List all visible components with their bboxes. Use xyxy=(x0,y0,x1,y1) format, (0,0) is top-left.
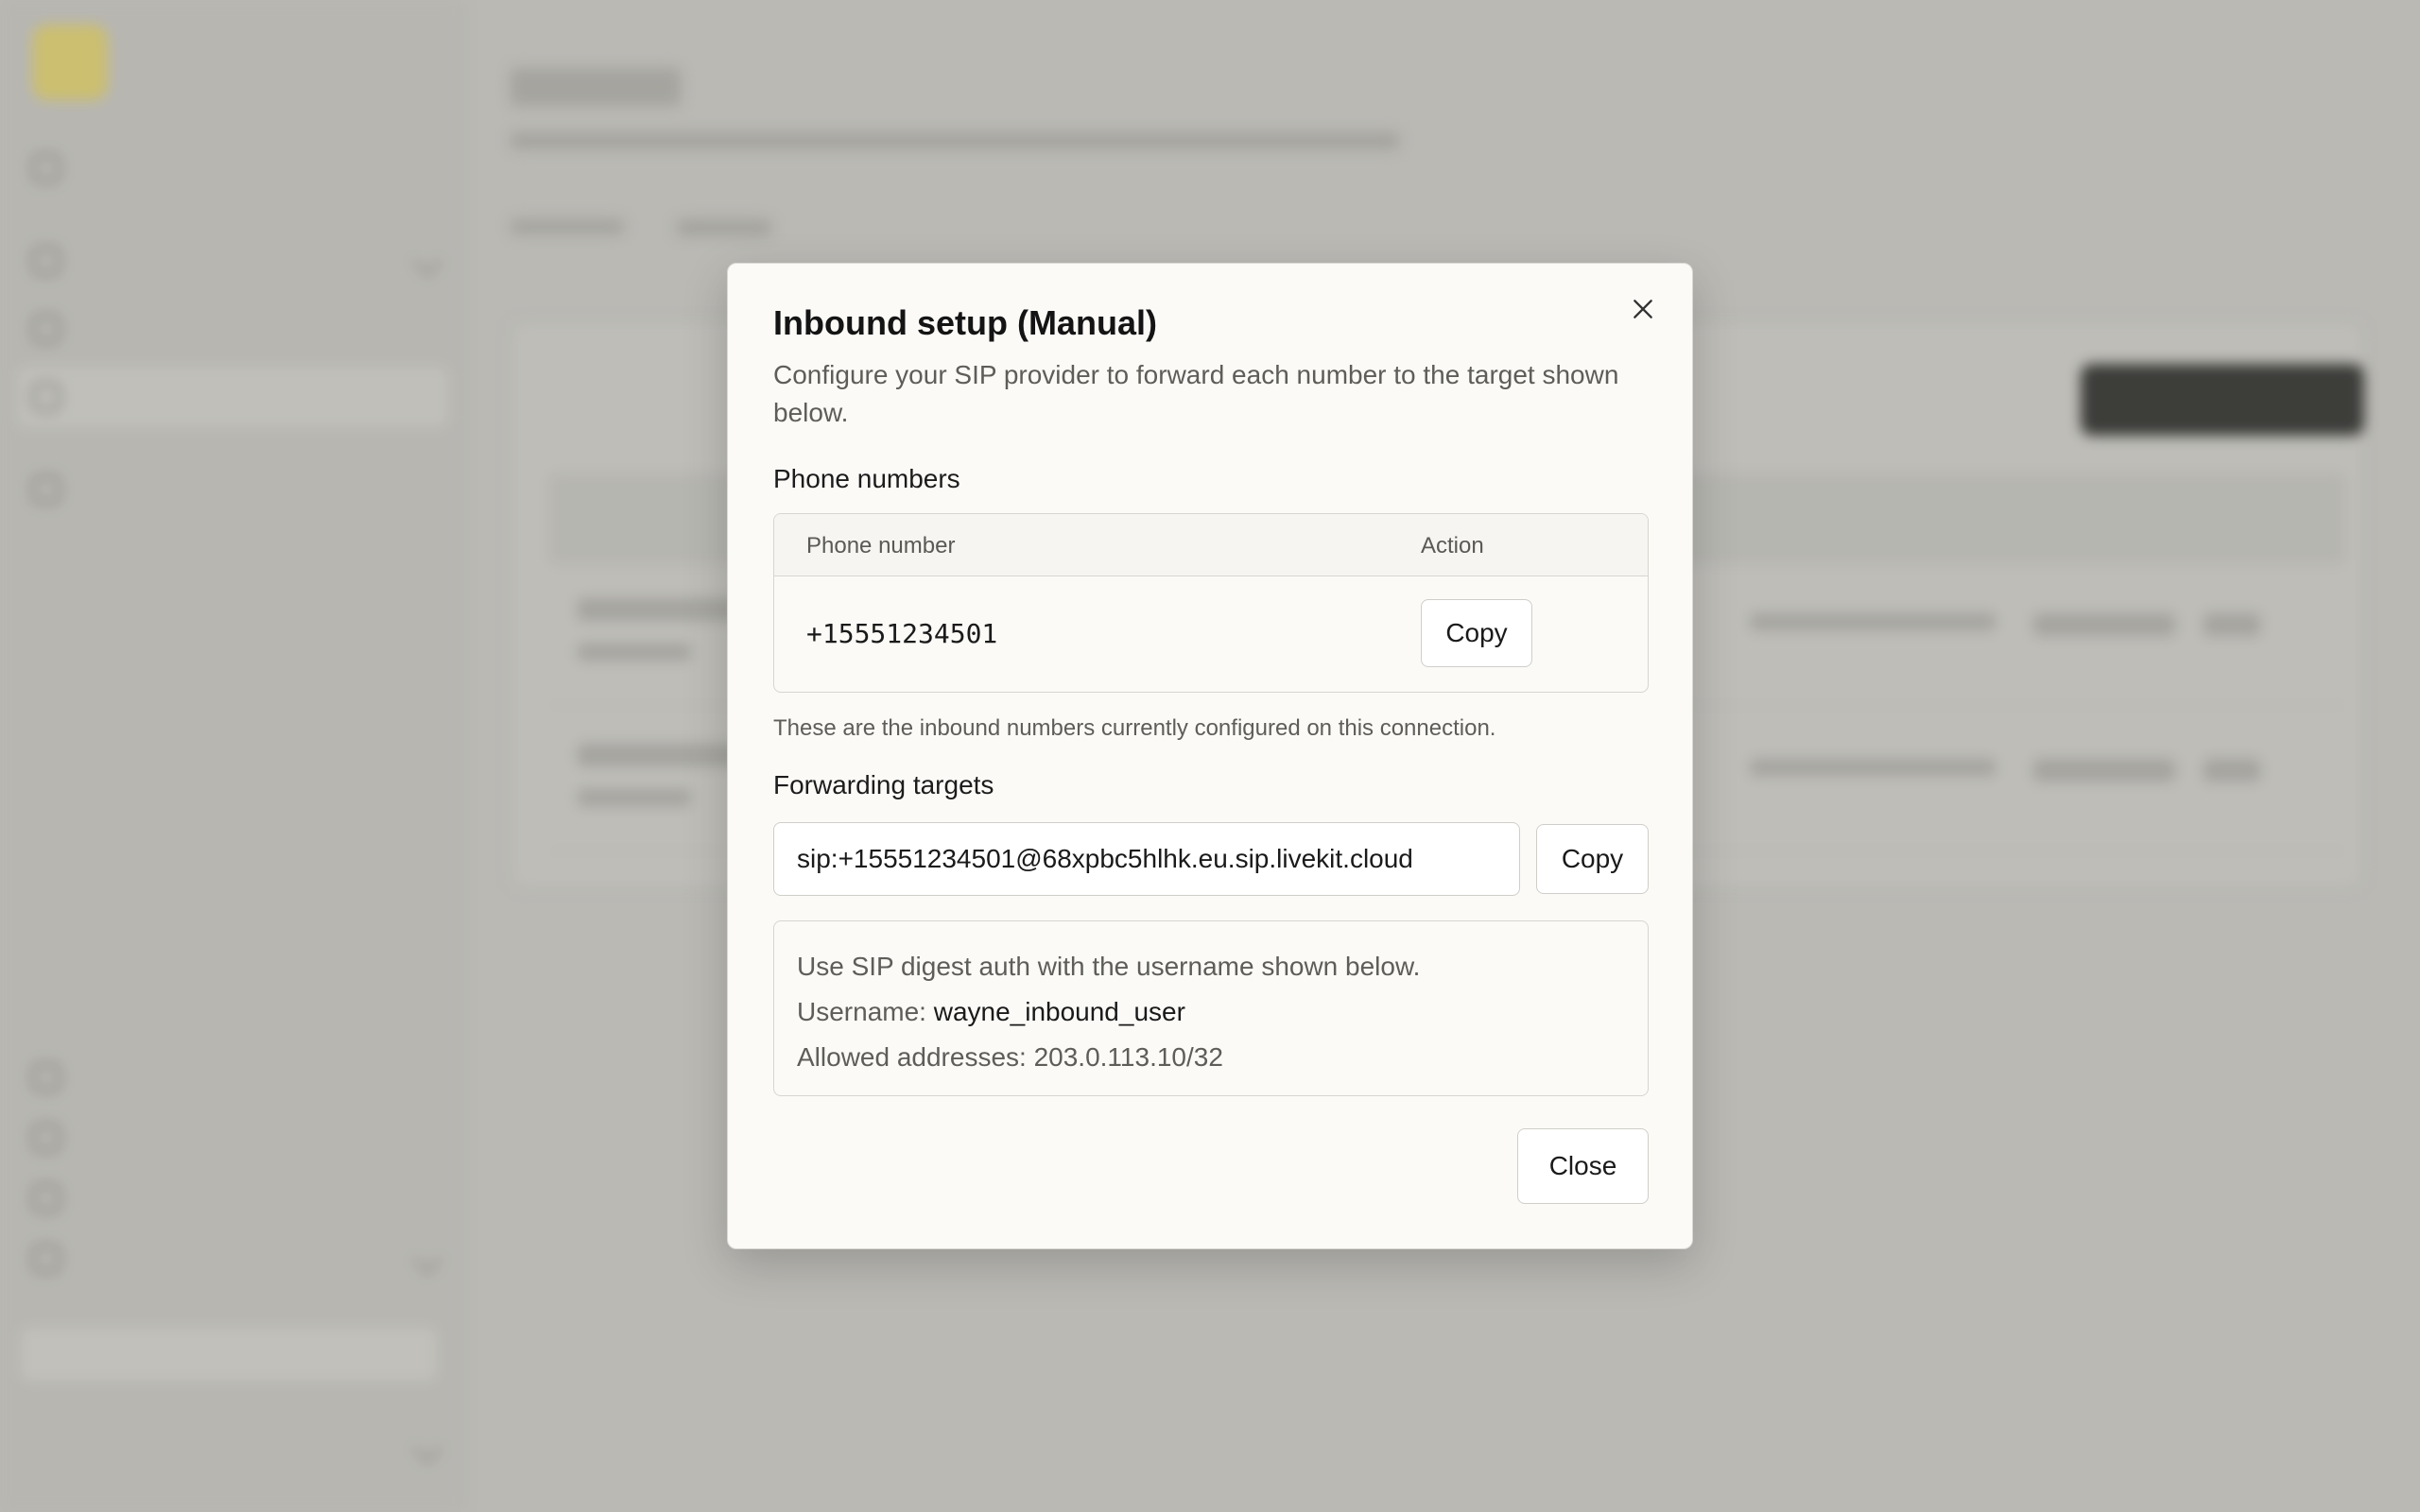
close-button[interactable]: Close xyxy=(1517,1128,1649,1204)
auth-info-box: Use SIP digest auth with the username sh… xyxy=(773,920,1649,1096)
username-line: Username: wayne_inbound_user xyxy=(797,989,1625,1035)
phone-number-value: +15551234501 xyxy=(806,618,998,649)
table-header: Phone number Action xyxy=(774,514,1648,576)
username-label: Username: xyxy=(797,997,934,1026)
inbound-setup-dialog: Inbound setup (Manual) Configure your SI… xyxy=(727,263,1693,1249)
dialog-title: Inbound setup (Manual) xyxy=(773,303,1157,342)
close-icon-glyph xyxy=(1634,300,1652,318)
allowed-addresses-line: Allowed addresses: 203.0.113.10/32 xyxy=(797,1035,1625,1080)
close-icon[interactable] xyxy=(1620,286,1666,332)
phone-numbers-helper: These are the inbound numbers currently … xyxy=(773,715,1496,741)
allowed-addresses-value: 203.0.113.10/32 xyxy=(1033,1042,1223,1072)
forwarding-target-field[interactable] xyxy=(773,822,1520,896)
column-header-phone-number: Phone number xyxy=(806,533,956,558)
phone-numbers-label: Phone numbers xyxy=(773,464,960,493)
table-row: +15551234501 Copy xyxy=(774,576,1648,692)
forwarding-targets-label: Forwarding targets xyxy=(773,770,994,799)
dialog-description: Configure your SIP provider to forward e… xyxy=(773,360,1619,427)
phone-numbers-table: Phone number Action +15551234501 Copy xyxy=(773,513,1649,693)
allowed-addresses-label: Allowed addresses: xyxy=(797,1042,1034,1072)
column-header-action: Action xyxy=(1421,533,1484,558)
copy-target-button[interactable]: Copy xyxy=(1536,824,1649,894)
auth-note: Use SIP digest auth with the username sh… xyxy=(797,952,1421,981)
copy-phone-number-button[interactable]: Copy xyxy=(1421,599,1532,667)
username-value: wayne_inbound_user xyxy=(933,997,1185,1026)
